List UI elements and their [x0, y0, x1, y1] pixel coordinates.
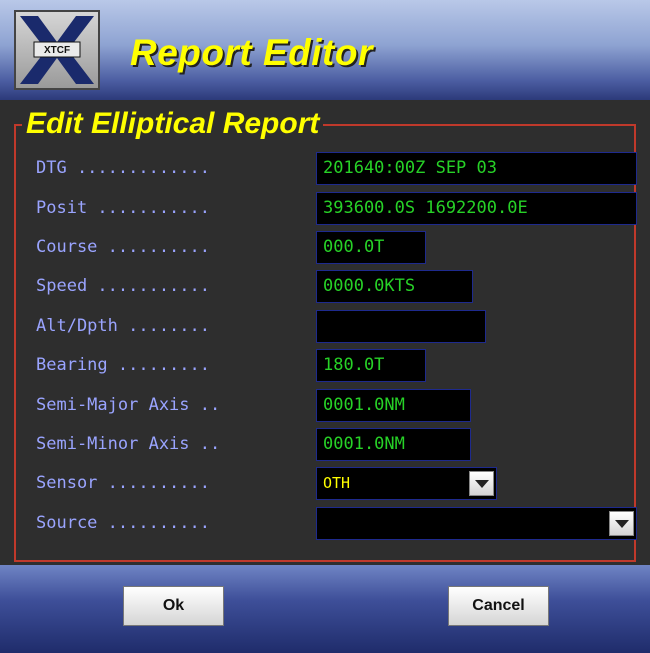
window-title: Report Editor: [130, 32, 373, 73]
bearing-field[interactable]: 180.0T: [316, 349, 426, 382]
chevron-down-icon: [615, 520, 629, 528]
sensor-dropdown-button[interactable]: [469, 471, 494, 496]
ok-button[interactable]: Ok: [123, 586, 224, 626]
alt-dpth-field[interactable]: [316, 310, 486, 343]
semi-major-axis-field[interactable]: 0001.0NM: [316, 389, 471, 422]
panel-title: Edit Elliptical Report: [22, 106, 324, 142]
semi-minor-axis-field[interactable]: 0001.0NM: [316, 428, 471, 461]
dtg-field[interactable]: 201640:00Z SEP 03: [316, 152, 637, 185]
label-sensor: Sensor ..........: [36, 473, 210, 493]
sensor-selected-value: OTH: [323, 474, 351, 492]
posit-field[interactable]: 393600.0S 1692200.0E: [316, 192, 637, 225]
logo-text: XTCF: [43, 45, 71, 56]
source-select[interactable]: [316, 507, 637, 540]
label-bearing: Bearing .........: [36, 355, 210, 375]
source-dropdown-button[interactable]: [609, 511, 634, 536]
label-semi-minor-axis: Semi-Minor Axis ..: [36, 434, 221, 454]
sensor-select[interactable]: OTH: [316, 467, 497, 500]
label-alt-dpth: Alt/Dpth ........: [36, 316, 210, 336]
label-speed: Speed ...........: [36, 276, 210, 296]
label-posit: Posit ...........: [36, 198, 210, 218]
xtcf-logo: XTCF: [14, 10, 100, 90]
speed-field[interactable]: 0000.0KTS: [316, 270, 473, 303]
label-course: Course ..........: [36, 237, 210, 257]
chevron-down-icon: [475, 480, 489, 488]
label-semi-major-axis: Semi-Major Axis ..: [36, 395, 221, 415]
cancel-button[interactable]: Cancel: [448, 586, 549, 626]
course-field[interactable]: 000.0T: [316, 231, 426, 264]
button-bar: [0, 565, 650, 653]
window-header: XTCF Report Editor: [0, 0, 650, 100]
label-dtg: DTG .............: [36, 158, 210, 178]
label-source: Source ..........: [36, 513, 210, 533]
